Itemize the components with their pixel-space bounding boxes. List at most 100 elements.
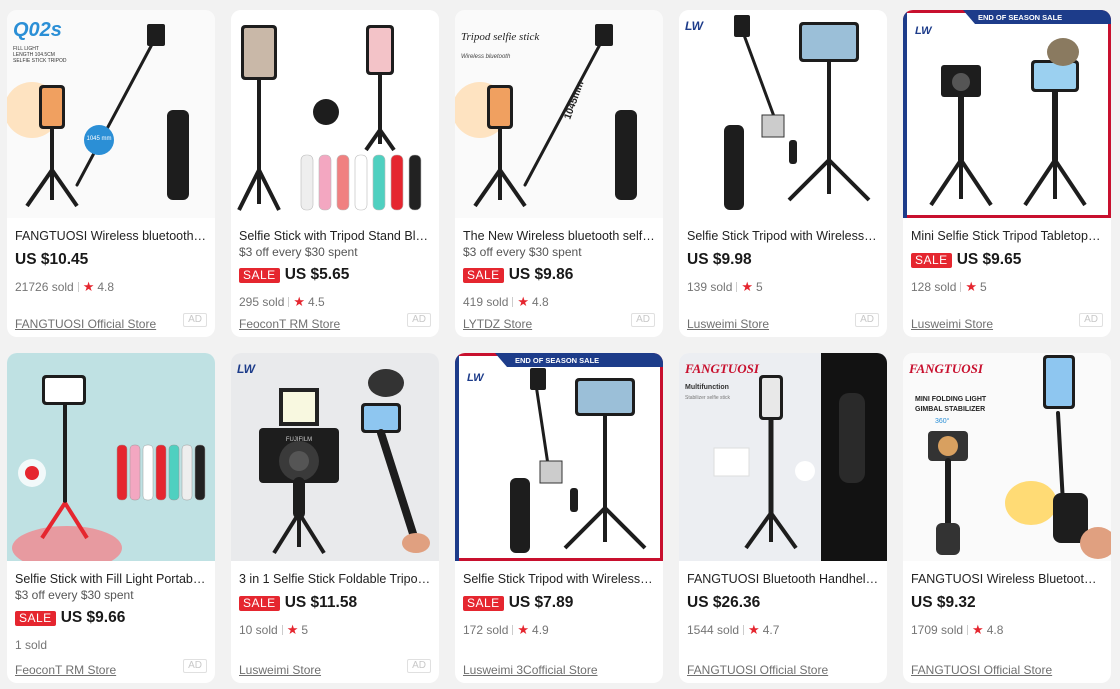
divider (512, 625, 514, 635)
rating-value: 4.8 (97, 280, 115, 294)
sales-meta: 139 sold ★ 5 (687, 279, 879, 295)
rating-value: 5 (980, 280, 987, 294)
sold-count: 1709 sold (911, 623, 964, 637)
price-row: SALE US $7.89 (463, 592, 655, 614)
divider (960, 282, 962, 292)
store-link[interactable]: FeoconT RM Store (15, 663, 116, 677)
store-link[interactable]: FANGTUOSI Official Store (15, 317, 156, 331)
star-icon: ★ (965, 279, 978, 294)
product-title[interactable]: 3 in 1 Selfie Stick Foldable Tripod Stan… (239, 572, 431, 587)
divider (967, 625, 969, 635)
sold-count: 10 sold (239, 623, 278, 637)
product-card[interactable]: Q02s FILL LIGHT LENGTH 104.5CM SELFIE STICK… (7, 10, 215, 337)
product-price: US $11.58 (284, 594, 358, 611)
svg-text:Wireless bluetooth: Wireless bluetooth (461, 54, 511, 60)
product-card[interactable]: Tripod selfie stick Wireless bluetooth 104… (455, 10, 663, 337)
svg-text:FANGTUOSI: FANGTUOSI (908, 361, 984, 376)
product-title[interactable]: The New Wireless bluetooth selfie stick (463, 229, 655, 244)
product-card[interactable]: FANGTUOSI Multifunction Stabilizer selfie … (679, 353, 887, 683)
product-image[interactable]: LW (679, 10, 887, 218)
price-row: US $10.45 (15, 249, 207, 271)
star-icon: ★ (748, 622, 760, 637)
product-image[interactable] (231, 10, 439, 218)
product-price: US $7.89 (508, 594, 574, 611)
rating-value: 4.9 (532, 623, 549, 637)
product-price: US $9.65 (956, 251, 1022, 268)
sale-badge: SALE (239, 595, 280, 611)
product-title[interactable]: FANGTUOSI Wireless bluetooth selfie stic… (15, 229, 207, 244)
divider (736, 282, 738, 292)
ad-badge: AD (183, 313, 207, 327)
product-title[interactable]: Selfie Stick Tripod with Wireless Remote (687, 229, 879, 244)
sales-meta: 1709 sold ★ 4.8 (911, 622, 1103, 638)
product-image[interactable] (7, 353, 215, 561)
product-card[interactable]: Selfie Stick with Tripod Stand Bluetooth… (231, 10, 439, 337)
svg-text:360°: 360° (935, 417, 950, 425)
product-title[interactable]: Selfie Stick with Tripod Stand Bluetooth (239, 229, 431, 244)
product-card[interactable]: END OF SEASON SALE LW Selfie Stick Tripod … (455, 353, 663, 683)
rating-value: 4.5 (308, 295, 325, 309)
product-image[interactable]: LW FUJIFILM (231, 353, 439, 561)
product-title[interactable]: Selfie Stick Tripod with Wireless Blueto… (463, 572, 655, 587)
store-link[interactable]: Lusweimi Store (687, 317, 769, 331)
product-image[interactable]: FANGTUOSI Multifunction Stabilizer selfie … (679, 353, 887, 561)
sold-count: 419 sold (463, 295, 509, 309)
price-row: US $9.98 (687, 249, 879, 271)
product-title[interactable]: Mini Selfie Stick Tripod Tabletop Stand (911, 229, 1103, 244)
product-card[interactable]: Selfie Stick with Fill Light Portable Tr… (7, 353, 215, 683)
product-title[interactable]: FANGTUOSI Wireless Bluetooth Handheld (911, 572, 1103, 587)
product-card[interactable]: LW FUJIFILM 3 in 1 Selfie Stick Foldable T… (231, 353, 439, 683)
ad-badge: AD (407, 313, 431, 327)
product-info: FANGTUOSI Bluetooth Handheld Gimbal US $2… (687, 561, 879, 683)
store-link[interactable]: FeoconT RM Store (239, 317, 340, 331)
product-image[interactable]: END OF SEASON SALE LW (903, 10, 1111, 218)
store-link[interactable]: Lusweimi Store (239, 663, 321, 677)
sales-meta: 21726 sold ★ 4.8 (15, 279, 207, 295)
sales-meta: 10 sold ★ 5 (239, 622, 431, 638)
store-link[interactable]: Lusweimi Store (911, 317, 993, 331)
img-text: Q02s (13, 19, 62, 41)
rating-value: 4.7 (762, 623, 780, 637)
price-row: SALE US $9.65 (911, 249, 1103, 271)
ad-badge: AD (631, 313, 655, 327)
price-row: SALE US $5.65 (239, 264, 431, 286)
product-card[interactable]: LW Selfie Stick Tripod with Wireless Remo… (679, 10, 887, 337)
product-title[interactable]: FANGTUOSI Bluetooth Handheld Gimbal (687, 572, 879, 587)
product-price: US $9.32 (911, 594, 976, 611)
rating-value: 5 (756, 280, 763, 294)
sales-meta: 1544 sold ★ 4.7 (687, 622, 879, 638)
rating-value: 5 (301, 623, 309, 637)
product-card[interactable]: END OF SEASON SALE LW Mini Selfie Stick Tr… (903, 10, 1111, 337)
product-price: US $9.86 (508, 266, 574, 283)
price-row: US $26.36 (687, 592, 879, 614)
product-image[interactable]: Tripod selfie stick Wireless bluetooth 104… (455, 10, 663, 218)
product-card[interactable]: FANGTUOSI MINI FOLDING LIGHT GIMBAL STABIL… (903, 353, 1111, 683)
svg-text:LW: LW (685, 19, 705, 33)
product-info: Selfie Stick Tripod with Wireless Remote… (687, 218, 879, 337)
divider (281, 625, 283, 635)
promo-text: $3 off every $30 spent (15, 588, 134, 602)
store-link[interactable]: Lusweimi 3Cofficial Store (463, 663, 598, 677)
product-image[interactable]: END OF SEASON SALE LW (455, 353, 663, 561)
sale-badge: SALE (463, 595, 504, 611)
sale-badge: SALE (239, 267, 280, 283)
sale-badge: SALE (911, 252, 952, 268)
product-price: US $9.98 (687, 251, 752, 268)
svg-text:Tripod selfie stick: Tripod selfie stick (461, 31, 540, 43)
rating-value: 4.8 (986, 623, 1004, 637)
promo-text: $3 off every $30 spent (239, 245, 358, 259)
svg-text:LW: LW (237, 362, 257, 376)
divider (743, 625, 745, 635)
product-info: Selfie Stick with Tripod Stand Bluetooth… (239, 218, 431, 337)
product-image[interactable]: FANGTUOSI MINI FOLDING LIGHT GIMBAL STABIL… (903, 353, 1111, 561)
product-info: Mini Selfie Stick Tripod Tabletop Stand S… (911, 218, 1103, 337)
sales-meta: 1 sold (15, 637, 207, 653)
ad-badge: AD (1079, 313, 1103, 327)
product-info: The New Wireless bluetooth selfie stick$… (463, 218, 655, 337)
ad-badge: AD (407, 659, 431, 673)
store-link[interactable]: FANGTUOSI Official Store (687, 663, 828, 677)
store-link[interactable]: LYTDZ Store (463, 317, 532, 331)
store-link[interactable]: FANGTUOSI Official Store (911, 663, 1052, 677)
product-image[interactable]: Q02s FILL LIGHT LENGTH 104.5CM SELFIE STICK… (7, 10, 215, 218)
product-title[interactable]: Selfie Stick with Fill Light Portable Tr… (15, 572, 207, 587)
